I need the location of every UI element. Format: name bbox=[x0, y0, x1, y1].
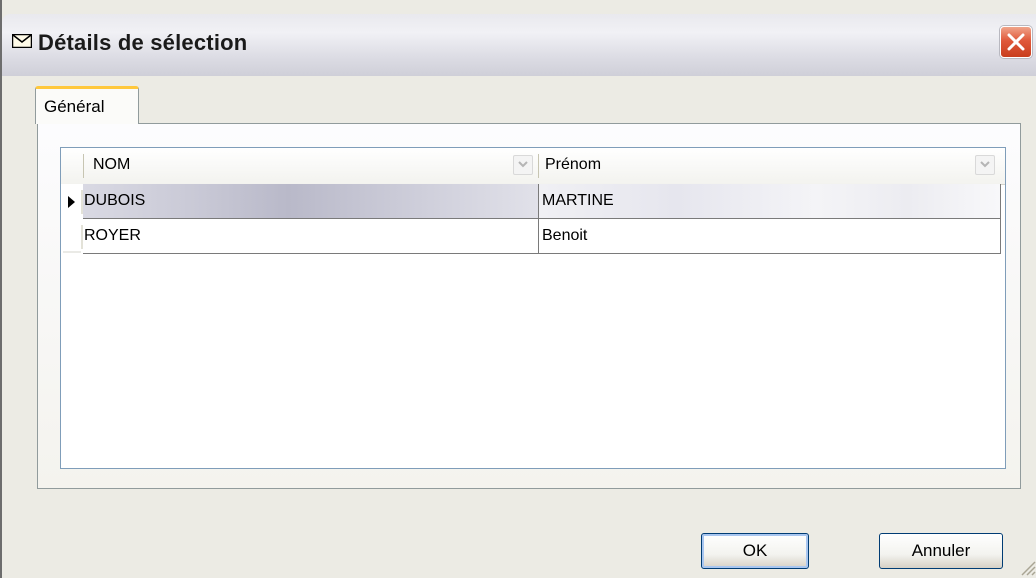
cell-nom[interactable]: DUBOIS bbox=[83, 184, 539, 219]
table-row[interactable]: DUBOIS MARTINE bbox=[61, 184, 1005, 220]
row-indicator bbox=[61, 219, 83, 255]
table-row[interactable]: ROYER Benoit bbox=[61, 219, 1005, 255]
row-indicator bbox=[61, 184, 83, 220]
dialog-window: Détails de sélection Général NOM Prénom … bbox=[0, 0, 1036, 578]
window-title: Détails de sélection bbox=[38, 30, 248, 55]
chevron-down-icon bbox=[980, 161, 990, 168]
cell-nom[interactable]: ROYER bbox=[83, 219, 539, 254]
column-header-nom[interactable]: NOM bbox=[93, 156, 130, 174]
tab-panel-general: NOM Prénom DUBOIS MARTINE ROYER Benoit bbox=[37, 123, 1021, 489]
cell-prenom-text: Benoit bbox=[542, 227, 588, 244]
chevron-down-icon bbox=[518, 161, 528, 168]
cell-prenom-text: MARTINE bbox=[542, 192, 614, 209]
envelope-icon bbox=[11, 33, 33, 49]
cell-prenom[interactable]: Benoit bbox=[539, 219, 1001, 254]
column-header-prenom[interactable]: Prénom bbox=[545, 156, 601, 174]
close-button[interactable] bbox=[1000, 26, 1032, 58]
header-separator bbox=[538, 154, 539, 178]
grid-header: NOM Prénom bbox=[61, 148, 1005, 185]
ok-button[interactable]: OK bbox=[701, 533, 809, 569]
cell-nom-text: DUBOIS bbox=[84, 192, 146, 209]
cell-prenom[interactable]: MARTINE bbox=[539, 184, 1001, 219]
cell-nom-text: ROYER bbox=[84, 227, 141, 244]
resize-grip-icon[interactable] bbox=[1018, 558, 1036, 576]
cancel-button[interactable]: Annuler bbox=[879, 533, 1003, 569]
selection-grid[interactable]: NOM Prénom DUBOIS MARTINE ROYER Benoit bbox=[60, 147, 1006, 469]
tab-general[interactable]: Général bbox=[35, 86, 139, 124]
header-separator bbox=[83, 154, 84, 178]
nom-filter-dropdown[interactable] bbox=[513, 155, 533, 175]
tab-general-label: Général bbox=[44, 97, 105, 116]
dialog-body: Général NOM Prénom DUBOIS MARTINE ROYER … bbox=[4, 76, 1036, 578]
prenom-filter-dropdown[interactable] bbox=[975, 155, 995, 175]
title-bar[interactable]: Détails de sélection bbox=[2, 14, 1036, 76]
close-icon bbox=[1007, 33, 1025, 51]
current-row-arrow-icon bbox=[68, 190, 83, 214]
